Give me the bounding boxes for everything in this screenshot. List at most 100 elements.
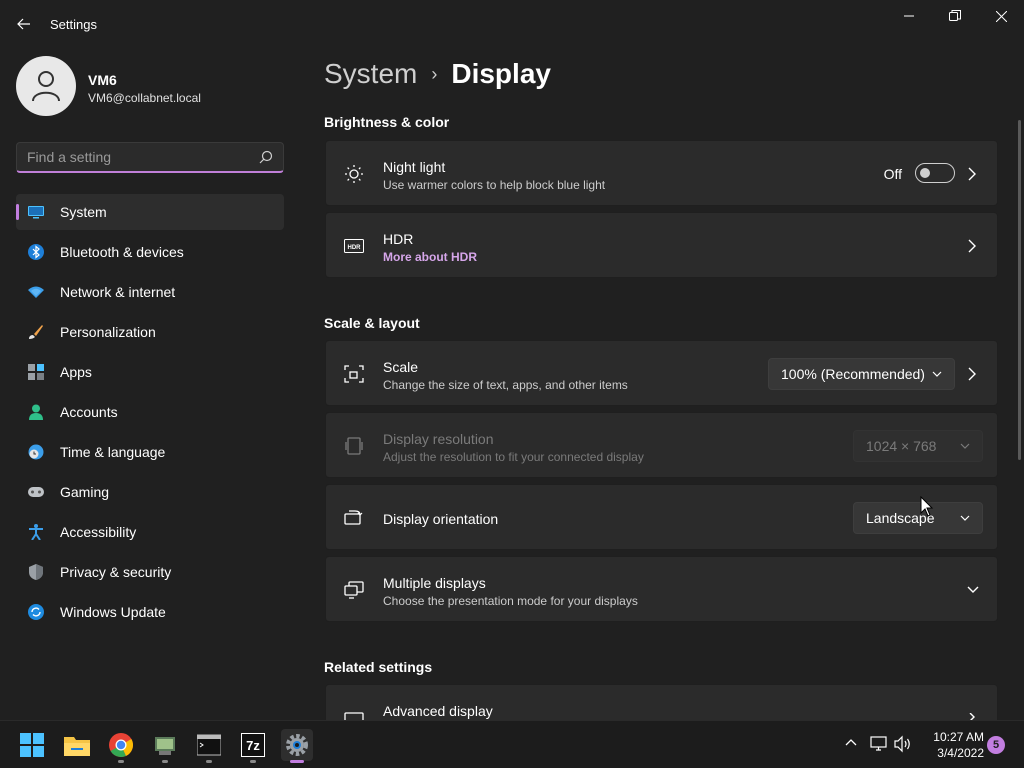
scale-card[interactable]: Scale Change the size of text, apps, and… bbox=[325, 340, 998, 406]
sidebar-item-time-language[interactable]: Time & language bbox=[16, 434, 284, 470]
chevron-right-icon[interactable] bbox=[967, 166, 977, 182]
taskbar: 7z 10:27 AM 3/4/2022 5 bbox=[0, 720, 1024, 768]
search-box[interactable] bbox=[16, 142, 284, 173]
clock-time: 10:27 AM bbox=[933, 730, 984, 744]
taskbar-chrome[interactable] bbox=[105, 729, 137, 763]
sidebar-item-label: Privacy & security bbox=[60, 564, 172, 580]
sidebar-item-apps[interactable]: Apps bbox=[16, 354, 284, 390]
resolution-icon bbox=[345, 437, 363, 455]
shield-icon bbox=[29, 564, 43, 580]
breadcrumb-separator: › bbox=[431, 63, 438, 84]
running-indicator bbox=[250, 760, 256, 763]
running-indicator bbox=[290, 760, 304, 763]
sidebar-item-bluetooth[interactable]: Bluetooth & devices bbox=[16, 234, 284, 270]
sidebar-item-network[interactable]: Network & internet bbox=[16, 274, 284, 310]
sidebar-item-label: Accounts bbox=[60, 404, 118, 420]
chevron-down-icon bbox=[932, 371, 942, 377]
hdr-icon: HDR bbox=[344, 239, 364, 253]
orientation-icon bbox=[344, 510, 363, 525]
user-name: VM6 bbox=[88, 72, 117, 88]
search-icon[interactable] bbox=[259, 150, 273, 164]
accounts-icon bbox=[29, 404, 43, 420]
avatar bbox=[16, 56, 76, 116]
restore-button[interactable] bbox=[932, 0, 978, 32]
card-title: Scale bbox=[383, 359, 419, 375]
notification-badge[interactable]: 5 bbox=[987, 736, 1005, 754]
taskbar-7zip[interactable]: 7z bbox=[237, 729, 269, 763]
start-button[interactable] bbox=[16, 729, 48, 761]
sidebar-item-label: Time & language bbox=[60, 444, 166, 460]
taskbar-clock[interactable]: 10:27 AM 3/4/2022 bbox=[920, 729, 984, 761]
wifi-icon bbox=[28, 286, 44, 298]
minimize-icon bbox=[904, 15, 914, 17]
scale-dropdown[interactable]: 100% (Recommended) bbox=[768, 358, 955, 390]
mouse-cursor bbox=[920, 496, 934, 517]
clock-date: 3/4/2022 bbox=[937, 746, 984, 760]
sidebar-item-system[interactable]: System bbox=[16, 194, 284, 230]
night-light-icon bbox=[345, 165, 363, 183]
chevron-right-icon[interactable] bbox=[967, 238, 977, 254]
apps-icon bbox=[28, 364, 44, 380]
chevron-up-icon[interactable] bbox=[845, 735, 857, 749]
card-subtitle: Use warmer colors to help block blue lig… bbox=[383, 178, 606, 192]
sidebar-item-label: Personalization bbox=[60, 324, 156, 340]
search-input[interactable] bbox=[27, 149, 247, 165]
gamepad-icon bbox=[28, 487, 44, 497]
dropdown-value: 100% (Recommended) bbox=[781, 366, 925, 382]
scrollbar[interactable] bbox=[1018, 120, 1021, 460]
taskbar-settings[interactable] bbox=[281, 729, 313, 763]
user-profile[interactable]: VM6 VM6@collabnet.local bbox=[16, 56, 286, 118]
multiple-displays-icon bbox=[344, 581, 364, 599]
card-title: Multiple displays bbox=[383, 575, 486, 591]
night-light-toggle[interactable] bbox=[915, 163, 955, 183]
card-title: Display resolution bbox=[383, 431, 494, 447]
more-about-hdr-link[interactable]: More about HDR bbox=[383, 250, 477, 264]
card-subtitle: Change the size of text, apps, and other… bbox=[383, 378, 628, 392]
advanced-display-card[interactable]: Advanced display bbox=[325, 684, 998, 726]
volume-icon[interactable] bbox=[894, 735, 912, 753]
chrome-icon bbox=[109, 733, 133, 757]
close-button[interactable] bbox=[978, 0, 1024, 32]
settings-icon bbox=[286, 734, 308, 756]
network-icon[interactable] bbox=[870, 735, 888, 753]
section-scale-layout: Scale & layout bbox=[324, 315, 420, 331]
sidebar-item-accounts[interactable]: Accounts bbox=[16, 394, 284, 430]
chevron-down-icon[interactable] bbox=[967, 586, 979, 594]
card-title: Advanced display bbox=[383, 703, 493, 719]
card-subtitle: Adjust the resolution to fit your connec… bbox=[383, 450, 644, 464]
card-title: Display orientation bbox=[383, 511, 499, 527]
file-explorer-icon bbox=[64, 737, 90, 756]
night-light-card[interactable]: Night light Use warmer colors to help bl… bbox=[325, 140, 998, 206]
section-related: Related settings bbox=[324, 659, 433, 675]
display-orientation-card[interactable]: Display orientation Landscape bbox=[325, 484, 998, 550]
chevron-right-icon[interactable] bbox=[967, 366, 977, 382]
sidebar-item-accessibility[interactable]: Accessibility bbox=[16, 514, 284, 550]
taskbar-file-explorer[interactable] bbox=[61, 729, 93, 761]
7zip-icon: 7z bbox=[241, 733, 265, 757]
multiple-displays-card[interactable]: Multiple displays Choose the presentatio… bbox=[325, 556, 998, 622]
user-icon bbox=[32, 71, 60, 102]
running-indicator bbox=[118, 760, 124, 763]
resolution-dropdown: 1024 × 768 bbox=[853, 430, 983, 462]
taskbar-terminal[interactable] bbox=[193, 729, 225, 763]
sidebar-item-label: Network & internet bbox=[60, 284, 176, 300]
taskbar-app[interactable] bbox=[149, 729, 181, 763]
toggle-knob bbox=[920, 168, 930, 178]
app-title: Settings bbox=[50, 17, 97, 32]
back-button[interactable] bbox=[10, 12, 38, 36]
sidebar-item-personalization[interactable]: Personalization bbox=[16, 314, 284, 350]
minimize-button[interactable] bbox=[886, 0, 932, 32]
sidebar-item-windows-update[interactable]: Windows Update bbox=[16, 594, 284, 630]
sidebar-item-privacy[interactable]: Privacy & security bbox=[16, 554, 284, 590]
card-title: Night light bbox=[383, 159, 446, 175]
breadcrumb-parent[interactable]: System bbox=[324, 58, 417, 90]
title-bar: Settings bbox=[0, 0, 1024, 48]
hdr-card[interactable]: HDR HDR More about HDR bbox=[325, 212, 998, 278]
sidebar-item-gaming[interactable]: Gaming bbox=[16, 474, 284, 510]
sidebar-item-label: Accessibility bbox=[60, 524, 137, 540]
section-brightness: Brightness & color bbox=[324, 114, 450, 130]
scale-icon bbox=[344, 365, 364, 383]
display-resolution-card: Display resolution Adjust the resolution… bbox=[325, 412, 998, 478]
breadcrumb: System › Display bbox=[324, 58, 551, 90]
orientation-dropdown[interactable]: Landscape bbox=[853, 502, 983, 534]
